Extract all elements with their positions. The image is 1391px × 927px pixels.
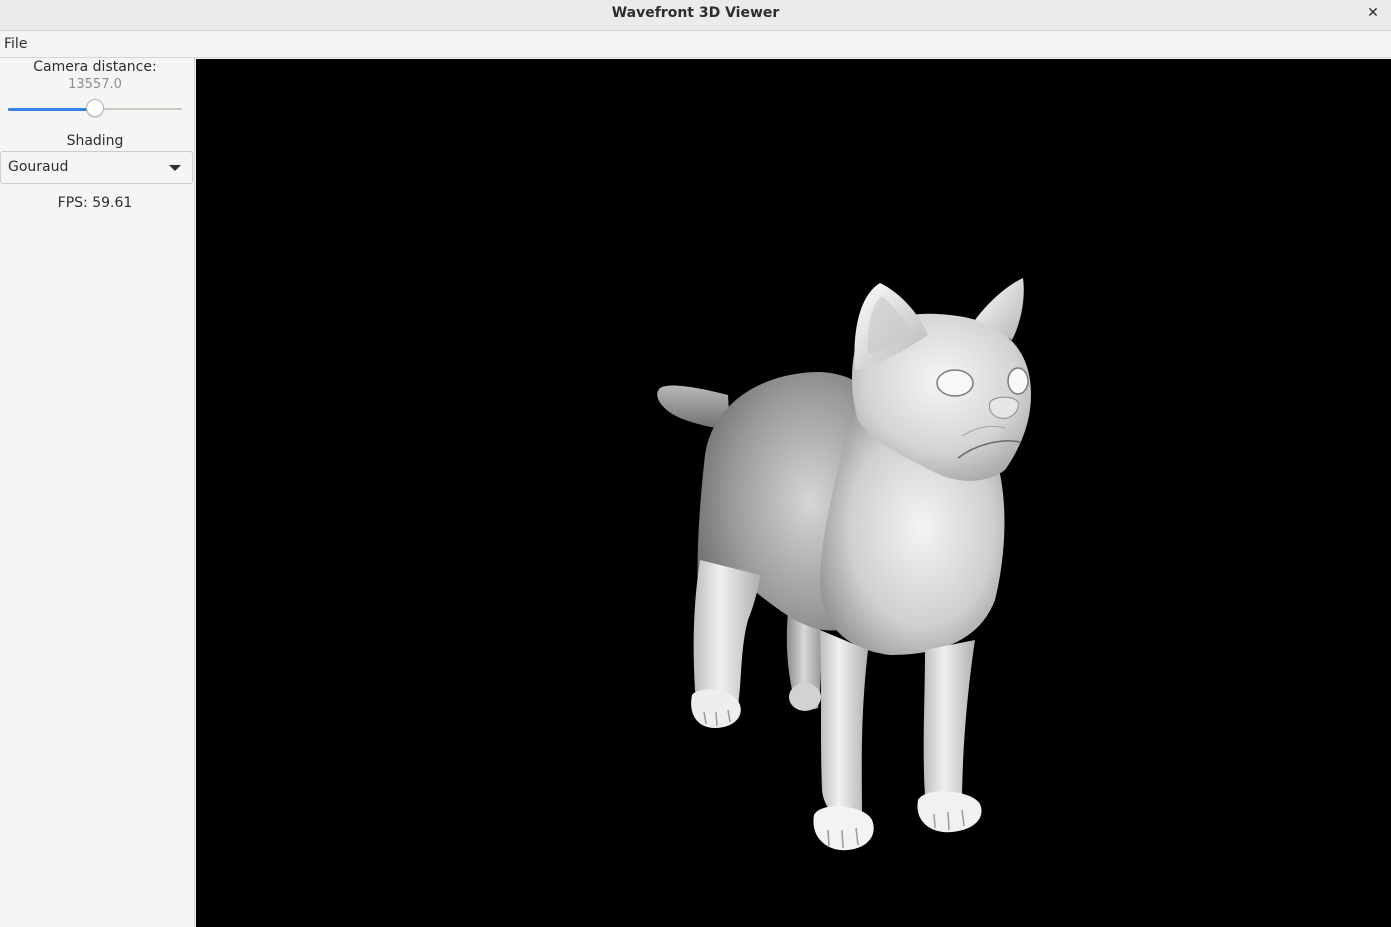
cat-model [657,278,1031,851]
fps-counter: FPS: 59.61 [57,195,133,211]
camera-distance-slider[interactable] [8,98,182,120]
chevron-down-icon [169,165,181,171]
camera-distance-value: 13557.0 [68,77,122,92]
menu-file[interactable]: File [4,31,27,58]
3d-viewport[interactable] [196,59,1391,927]
shading-label: Shading [66,133,124,149]
menu-bar: File [0,31,1391,58]
sidebar: Camera distance: 13557.0 Shading Gouraud… [0,58,195,927]
app-window: Wavefront 3D Viewer ✕ File Camera distan… [0,0,1391,927]
shading-selected-value: Gouraud [8,159,69,175]
camera-distance-label: Camera distance: [33,59,157,75]
slider-handle[interactable] [86,99,104,117]
slider-fill [8,108,95,111]
window-title: Wavefront 3D Viewer [611,5,780,21]
shading-dropdown[interactable]: Gouraud [0,151,193,184]
title-bar: Wavefront 3D Viewer ✕ [0,0,1391,31]
cat-model-render [657,278,1031,851]
close-icon: ✕ [1367,5,1379,21]
close-button[interactable]: ✕ [1363,3,1383,23]
